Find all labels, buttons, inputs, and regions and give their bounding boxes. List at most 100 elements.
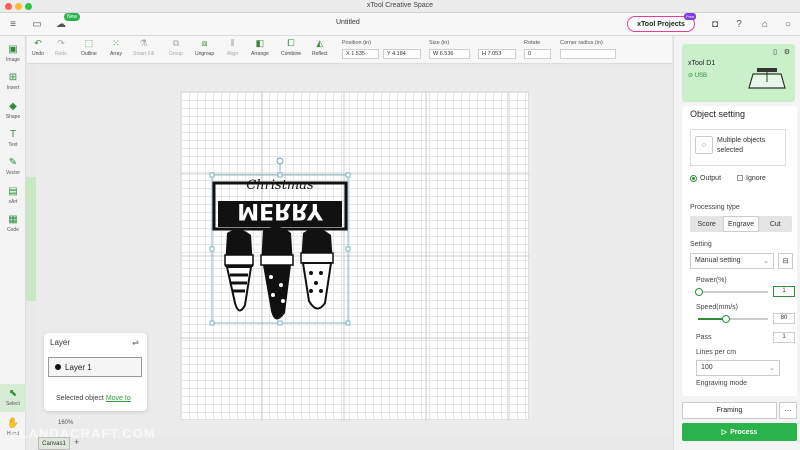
block-word: MERRY: [237, 198, 324, 223]
framing-button[interactable]: Framing: [682, 402, 777, 419]
rail-item-insert[interactable]: ⊞ Insert: [0, 68, 26, 96]
multi-objects-icon: ⁘: [695, 136, 713, 154]
tool-rail: ▣ Image ⊞ Insert ◆ Shape T Text ✎ Vector…: [0, 36, 26, 450]
process-button[interactable]: ▷ Process: [682, 423, 797, 441]
selected-object-text: Selected object: [56, 395, 104, 402]
arrange-button[interactable]: ◧ Arrange: [251, 38, 269, 58]
outline-label: Outline: [81, 51, 97, 57]
power-slider-knob[interactable]: [695, 288, 703, 296]
power-slider[interactable]: [695, 288, 768, 296]
speed-slider-knob[interactable]: [722, 315, 730, 323]
arrange-icon: ◧: [255, 38, 265, 48]
redo-label: Redo: [55, 51, 67, 57]
camera-icon[interactable]: ◘: [707, 17, 723, 31]
speed-slider[interactable]: [698, 315, 768, 323]
text-icon: T: [9, 129, 17, 140]
ignore-label: Ignore: [746, 174, 766, 182]
undo-button[interactable]: ↶ Undo: [32, 39, 44, 58]
selection-summary: ⁘ Multiple objects selected: [690, 129, 786, 166]
height-input[interactable]: H 7.053: [478, 49, 516, 59]
connection-type: USB: [694, 73, 708, 79]
new-badge: New: [64, 13, 81, 21]
rail-item-select[interactable]: ⬉ Select: [0, 384, 26, 412]
folder-icon[interactable]: ▭: [29, 17, 45, 31]
setting-select[interactable]: Manual setting ⌄: [690, 253, 774, 269]
rail-item-label: Code: [7, 227, 19, 233]
rail-item-label: Image: [6, 57, 20, 63]
smart-fill-button[interactable]: ⚗ Smart Fill: [133, 38, 154, 58]
tab-engrave[interactable]: Engrave: [723, 216, 759, 232]
device-name: xTool D1: [688, 60, 716, 67]
lines-per-cm-select[interactable]: 100 ⌄: [696, 360, 780, 376]
select-icon: ⬉: [8, 388, 18, 399]
corner-radius-label: Corner radius (in): [560, 40, 603, 46]
setting-label: Setting: [690, 241, 712, 248]
width-input[interactable]: W 6.536: [429, 49, 470, 59]
ungroup-icon: ⧈: [201, 38, 208, 48]
outline-button[interactable]: ⬚ Outline: [81, 38, 97, 58]
group-button[interactable]: ⧉ Group: [169, 39, 183, 58]
rail-item-xart[interactable]: ▤ xArt: [0, 182, 26, 210]
library-icon: ⊟: [782, 258, 789, 265]
more-options-button[interactable]: ···: [779, 402, 797, 419]
rail-item-label: Insert: [6, 85, 20, 91]
output-radio[interactable]: [690, 174, 697, 182]
redo-button[interactable]: ↷ Redo: [55, 38, 67, 58]
gnome-left: [224, 229, 254, 312]
move-to-link[interactable]: Move to: [106, 395, 131, 402]
rail-item-label: Select: [6, 401, 20, 407]
power-label: Power(%): [696, 277, 727, 284]
user-icon[interactable]: ○: [780, 17, 796, 31]
layer-settings-icon[interactable]: ⇌: [132, 338, 139, 347]
undo-label: Undo: [32, 51, 44, 57]
menu-icon[interactable]: ≡: [5, 17, 21, 31]
rail-item-code[interactable]: ▦ Code: [0, 210, 26, 238]
align-button[interactable]: ⫴ Align: [227, 39, 238, 58]
device-copy-icon[interactable]: ▯: [773, 48, 777, 56]
rotate-handle[interactable]: [276, 157, 284, 165]
material-library-button[interactable]: ⊟: [778, 253, 793, 269]
tab-cut[interactable]: Cut: [759, 216, 792, 232]
redo-icon: ↷: [57, 38, 65, 48]
combine-button[interactable]: ⧠ Combine: [281, 39, 301, 58]
reflect-button[interactable]: ◭ Reflect: [312, 39, 328, 58]
speed-input[interactable]: 80: [773, 313, 795, 324]
store-icon[interactable]: ⌂: [757, 17, 773, 31]
ungroup-button[interactable]: ⧈ Ungroup: [195, 38, 215, 58]
add-canvas-button[interactable]: +: [74, 437, 79, 447]
rail-item-vector[interactable]: ✎ Vector: [0, 153, 26, 181]
help-icon[interactable]: ?: [731, 17, 747, 31]
rail-item-shape[interactable]: ◆ Shape: [0, 97, 26, 125]
layer-footer: Selected object Move to: [56, 395, 131, 402]
ignore-checkbox[interactable]: [737, 175, 744, 181]
power-input[interactable]: 1: [773, 286, 795, 297]
corner-radius-input[interactable]: [560, 49, 616, 59]
outline-icon: ⬚: [84, 38, 94, 48]
gnome-artwork[interactable]: Christmas MERRY: [205, 155, 355, 330]
array-button[interactable]: ⁙ Array: [110, 38, 122, 58]
device-connection: ⊘ USB: [688, 73, 708, 79]
toolbar: ↶ Undo ↷ Redo ⬚ Outline ⁙ Array ⚗ Smart …: [27, 36, 672, 64]
position-x-input[interactable]: X 1.535: [342, 49, 379, 59]
rail-item-image[interactable]: ▣ Image: [0, 40, 26, 68]
laser-machine-icon: [748, 68, 786, 89]
code-icon: ▦: [8, 214, 18, 225]
rotate-label: Rotate: [524, 40, 541, 46]
array-label: Array: [110, 51, 122, 57]
tab-canvas1[interactable]: Canvas1: [38, 437, 70, 450]
engraving-mode-label: Engraving mode: [696, 380, 747, 387]
layer-visible-dot[interactable]: [55, 364, 61, 370]
tab-score[interactable]: Score: [690, 216, 723, 232]
pass-input[interactable]: 1: [773, 332, 795, 343]
layer-row[interactable]: Layer 1: [48, 357, 142, 377]
array-icon: ⁙: [112, 38, 120, 48]
position-y-input[interactable]: Y 4.184: [383, 49, 421, 59]
device-card[interactable]: ▯ ⚙ xTool D1 ⊘ USB: [682, 44, 795, 102]
pass-label: Pass: [696, 334, 712, 341]
smart-fill-icon: ⚗: [139, 38, 148, 48]
rail-item-text[interactable]: T Text: [0, 125, 26, 153]
document-title[interactable]: Untitled: [336, 19, 360, 26]
ungroup-label: Ungroup: [195, 51, 215, 57]
device-settings-icon[interactable]: ⚙: [784, 48, 790, 56]
rotate-input[interactable]: 0: [524, 49, 551, 59]
